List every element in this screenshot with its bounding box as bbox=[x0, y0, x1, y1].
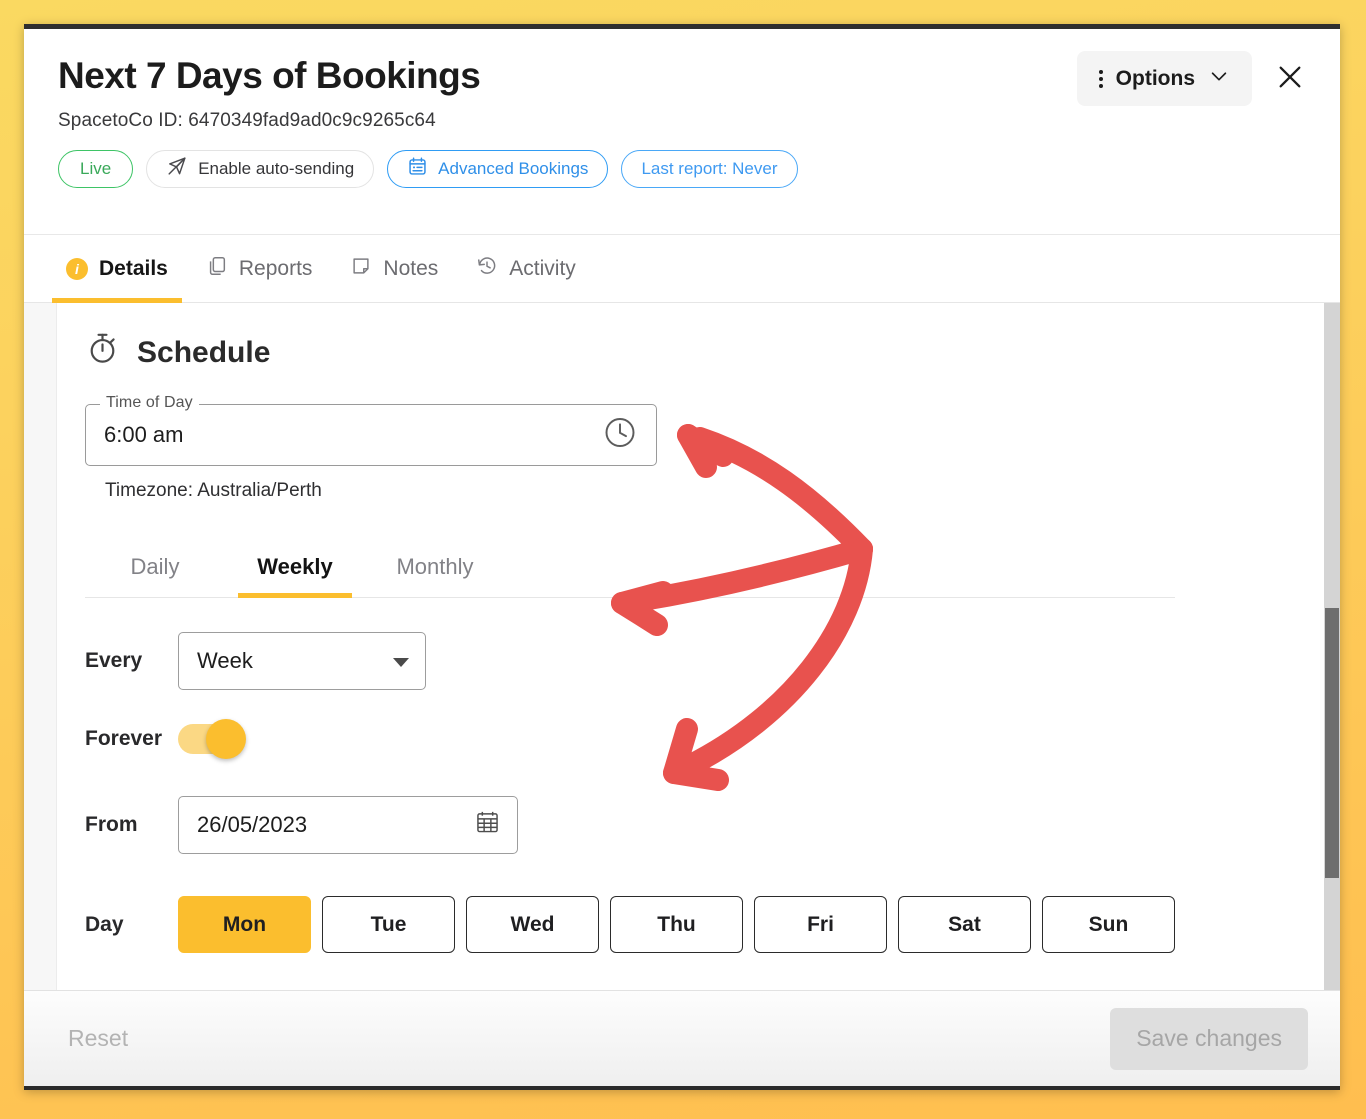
spacetoco-id: SpacetoCo ID: 6470349fad9ad0c9c9265c64 bbox=[58, 109, 436, 131]
day-button-wed[interactable]: Wed bbox=[466, 896, 599, 953]
frequency-tab-daily-label: Daily bbox=[130, 554, 180, 579]
day-label: Day bbox=[85, 912, 124, 936]
header-actions: Options bbox=[1076, 51, 1312, 106]
note-icon bbox=[350, 255, 372, 283]
scrollbar-thumb[interactable] bbox=[1325, 608, 1339, 878]
frequency-tab-monthly-label: Monthly bbox=[396, 554, 474, 579]
info-circle-icon: i bbox=[66, 257, 88, 280]
timezone-label: Timezone: Australia/Perth bbox=[105, 480, 322, 501]
clock-icon[interactable] bbox=[602, 415, 638, 456]
day-button-thu[interactable]: Thu bbox=[610, 896, 743, 953]
tab-details[interactable]: i Details bbox=[52, 235, 182, 303]
time-of-day-legend: Time of Day bbox=[100, 394, 199, 412]
day-button-fri[interactable]: Fri bbox=[754, 896, 887, 953]
calendar-list-icon bbox=[407, 156, 428, 182]
forever-toggle[interactable] bbox=[178, 719, 246, 759]
tab-notes-label: Notes bbox=[383, 256, 439, 280]
forever-toggle-knob bbox=[206, 719, 246, 759]
chevron-down-icon bbox=[393, 658, 409, 667]
from-label: From bbox=[85, 813, 138, 836]
schedule-panel: Schedule Time of Day 6:00 am Timezone: A… bbox=[57, 303, 1324, 990]
send-off-icon bbox=[166, 155, 188, 182]
calendar-icon[interactable] bbox=[474, 809, 501, 842]
save-changes-button: Save changes bbox=[1110, 1007, 1308, 1070]
day-button-tue[interactable]: Tue bbox=[322, 896, 455, 953]
from-date-input[interactable]: 26/05/2023 bbox=[178, 796, 518, 854]
chevron-down-icon bbox=[1208, 65, 1230, 93]
time-of-day-field[interactable]: Time of Day 6:00 am bbox=[85, 394, 657, 466]
from-row: From 26/05/2023 bbox=[85, 796, 1324, 854]
enable-auto-sending-label: Enable auto-sending bbox=[198, 158, 355, 178]
history-icon bbox=[476, 255, 498, 283]
reset-button[interactable]: Reset bbox=[56, 1017, 140, 1060]
every-label: Every bbox=[85, 649, 143, 672]
stopwatch-icon bbox=[85, 331, 120, 374]
status-badge-live-label: Live bbox=[80, 158, 112, 178]
day-button-sun[interactable]: Sun bbox=[1042, 896, 1175, 953]
tab-reports[interactable]: Reports bbox=[192, 235, 327, 302]
from-date-value: 26/05/2023 bbox=[197, 812, 308, 837]
close-icon bbox=[1274, 61, 1306, 96]
forever-label: Forever bbox=[85, 727, 163, 750]
body-gutter bbox=[24, 303, 57, 990]
schedule-section-heading: Schedule bbox=[85, 331, 1324, 374]
tab-notes[interactable]: Notes bbox=[336, 235, 452, 302]
frequency-tab-monthly[interactable]: Monthly bbox=[365, 548, 505, 597]
tab-activity[interactable]: Activity bbox=[462, 235, 590, 302]
status-pill-row: Live Enable auto-sending Advanced Bookin… bbox=[58, 149, 1306, 188]
tab-details-label: Details bbox=[99, 256, 168, 280]
tab-activity-label: Activity bbox=[509, 256, 576, 280]
close-button[interactable] bbox=[1268, 57, 1312, 101]
every-select[interactable]: Week bbox=[178, 632, 426, 690]
every-select-value: Week bbox=[197, 648, 253, 673]
vertical-scrollbar[interactable] bbox=[1324, 303, 1340, 990]
modal-tabs: i Details Reports Notes Activity bbox=[24, 235, 1340, 303]
schedule-section-title: Schedule bbox=[137, 335, 271, 369]
last-report-label: Last report: Never bbox=[641, 158, 778, 178]
modal-header: Next 7 Days of Bookings SpacetoCo ID: 64… bbox=[24, 29, 1340, 235]
advanced-bookings-label: Advanced Bookings bbox=[438, 158, 589, 178]
forever-row: Forever bbox=[85, 719, 1324, 759]
tab-reports-label: Reports bbox=[238, 256, 313, 280]
frequency-tab-weekly[interactable]: Weekly bbox=[225, 548, 365, 598]
time-of-day-value: 6:00 am bbox=[104, 422, 184, 447]
modal-body: Schedule Time of Day 6:00 am Timezone: A… bbox=[24, 303, 1340, 990]
frequency-tab-daily[interactable]: Daily bbox=[85, 548, 225, 597]
every-row: Every Week bbox=[85, 632, 1324, 690]
enable-auto-sending-button[interactable]: Enable auto-sending bbox=[146, 149, 375, 188]
options-button-label: Options bbox=[1115, 66, 1195, 90]
screenshot-frame: Next 7 Days of Bookings SpacetoCo ID: 64… bbox=[0, 0, 1366, 1119]
day-button-group: Mon Tue Wed Thu Fri Sat Sun bbox=[178, 896, 1175, 953]
status-badge-live: Live bbox=[58, 149, 134, 188]
bookings-report-modal: Next 7 Days of Bookings SpacetoCo ID: 64… bbox=[24, 24, 1340, 1090]
frequency-tab-weekly-label: Weekly bbox=[257, 554, 333, 579]
kebab-menu-icon bbox=[1098, 69, 1103, 88]
advanced-bookings-button[interactable]: Advanced Bookings bbox=[387, 149, 609, 188]
frequency-tabs: Daily Weekly Monthly bbox=[85, 548, 1175, 598]
day-button-mon[interactable]: Mon bbox=[178, 896, 311, 953]
day-row: Day Mon Tue Wed Thu Fri Sat Sun bbox=[85, 896, 1324, 953]
modal-footer: Reset Save changes bbox=[24, 990, 1340, 1086]
copy-icon bbox=[206, 255, 228, 283]
day-button-sat[interactable]: Sat bbox=[898, 896, 1031, 953]
last-report-button[interactable]: Last report: Never bbox=[621, 149, 798, 188]
options-button[interactable]: Options bbox=[1076, 51, 1252, 106]
